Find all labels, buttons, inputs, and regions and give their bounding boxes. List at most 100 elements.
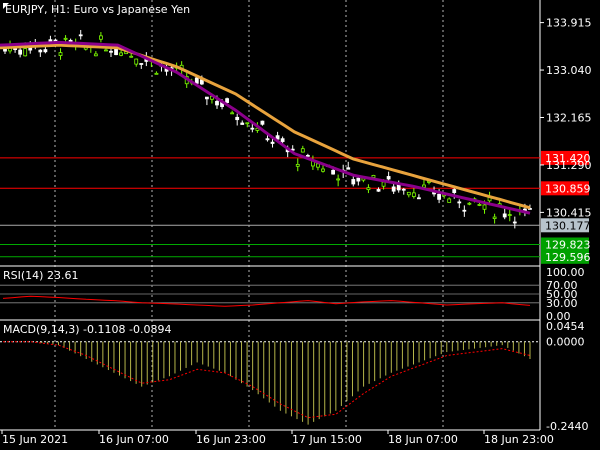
candle-body <box>104 49 108 52</box>
candle-body <box>366 187 371 191</box>
price-tick-label: 131.290 <box>546 159 592 172</box>
macd-tick-label: 0.0454 <box>546 320 585 333</box>
candle-body <box>331 169 335 175</box>
price-tick-label: 132.165 <box>546 111 592 124</box>
candle-body <box>457 201 462 204</box>
candle-body <box>391 186 396 192</box>
candle-body <box>134 58 139 65</box>
rsi-line <box>2 295 531 307</box>
candle-body <box>321 168 325 172</box>
candle-body <box>245 122 250 125</box>
rsi-tick-label: 100.00 <box>546 266 585 279</box>
candle-body <box>417 197 421 200</box>
candle-body <box>507 214 512 216</box>
price-level-label: 129.823 <box>545 238 591 251</box>
candle-body <box>93 53 98 57</box>
candle-body <box>43 49 48 53</box>
rsi-title: RSI(14) 23.61 <box>3 269 78 282</box>
candle-body <box>492 216 497 220</box>
candle-body <box>376 189 381 192</box>
price-level-label: 129.596 <box>545 251 591 264</box>
candle-body <box>356 177 361 182</box>
candle-body <box>265 138 270 141</box>
candle-body <box>194 77 199 84</box>
candle-body <box>270 141 275 144</box>
price-level-label: 130.177 <box>545 219 591 232</box>
candle-body <box>119 52 123 56</box>
macd-indicator: 0.0454 0.0000 -0.2440 <box>0 320 588 433</box>
candle-body <box>305 154 310 157</box>
candle-body <box>129 55 134 58</box>
candle-body <box>351 179 356 185</box>
candle-body <box>114 48 118 56</box>
rsi-tick-label: 30.00 <box>546 297 578 310</box>
ma-fast-line <box>0 40 531 215</box>
candle-body <box>447 198 452 203</box>
chart-title: EURJPY, H1: Euro vs Japanese Yen <box>5 3 190 16</box>
candle-body <box>23 48 28 57</box>
price-level-label: 130.859 <box>545 182 591 195</box>
candle-body <box>38 49 43 53</box>
candle-body <box>401 188 406 191</box>
candle-body <box>58 52 63 56</box>
candle-body <box>13 48 17 50</box>
candle-body <box>260 120 265 125</box>
trading-chart-window[interactable]: 131.420 130.859 130.177 129.823 129.596 100.… <box>0 0 600 450</box>
candle-body <box>477 203 482 206</box>
candle-body <box>411 192 416 197</box>
candle-body <box>109 50 113 53</box>
candlesticks <box>3 29 532 229</box>
candle-body <box>381 181 386 187</box>
candle-body <box>78 34 83 37</box>
candle-body <box>230 112 235 115</box>
candle-body <box>371 174 376 178</box>
candle-body <box>63 37 68 40</box>
chart-grid <box>54 0 444 430</box>
candle-body <box>250 127 255 130</box>
macd-tick-label: 0.0000 <box>546 336 585 349</box>
candle-body <box>280 138 285 142</box>
candle-body <box>240 122 245 125</box>
candle-body <box>18 49 23 55</box>
candle-body <box>99 35 103 40</box>
candle-body <box>346 167 351 170</box>
time-tick-label: 16 Jun 23:00 <box>196 433 266 446</box>
price-tick-label: 133.040 <box>546 64 592 77</box>
candle-body <box>205 96 209 100</box>
candle-body <box>300 148 305 153</box>
candle-body <box>422 184 426 188</box>
time-axis: 15 Jun 2021 16 Jun 07:00 16 Jun 23:00 17 Ju… <box>1 430 554 446</box>
candle-body <box>295 163 300 167</box>
macd-tick-label: -0.2440 <box>546 420 588 433</box>
candle-body <box>406 191 411 196</box>
candle-body <box>462 209 467 212</box>
candle-body <box>316 163 320 168</box>
candle-body <box>68 39 73 42</box>
candle-body <box>336 178 341 181</box>
candle-body <box>154 72 159 75</box>
time-tick-label: 18 Jun 23:00 <box>484 433 554 446</box>
time-tick-label: 16 Jun 07:00 <box>99 433 169 446</box>
price-chart[interactable]: 131.420130.859130.177129.823129.596 100.… <box>0 0 600 450</box>
time-tick-label: 17 Jun 15:00 <box>292 433 362 446</box>
time-tick-label: 15 Jun 2021 <box>2 433 68 446</box>
candle-body <box>139 63 144 65</box>
rsi-indicator: 100.0070.0050.0030.000.00 <box>0 266 585 323</box>
ma-slow-line <box>0 43 531 210</box>
candle-body <box>235 116 240 121</box>
candle-body <box>502 213 507 218</box>
time-tick-label: 18 Jun 07:00 <box>388 433 458 446</box>
moving-averages <box>0 40 531 215</box>
candle-body <box>512 221 517 224</box>
price-tick-label: 133.915 <box>546 17 592 30</box>
candle-body <box>467 202 472 205</box>
macd-title: MACD(9,14,3) -0.1108 -0.0894 <box>3 323 171 336</box>
candle-body <box>215 101 219 106</box>
macd-signal-line <box>3 341 531 419</box>
candle-body <box>482 204 487 210</box>
price-tick-label: 130.415 <box>546 206 592 219</box>
candle-body <box>437 193 441 200</box>
candle-body <box>386 176 391 180</box>
candle-body <box>225 98 229 103</box>
candle-body <box>452 189 457 193</box>
